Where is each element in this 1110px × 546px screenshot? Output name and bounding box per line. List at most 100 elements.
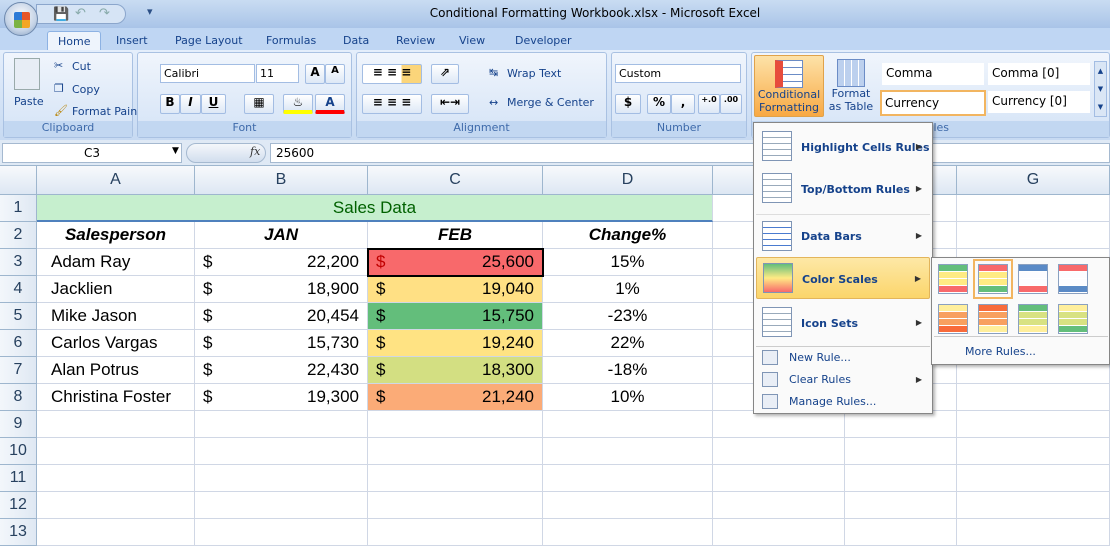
- paste-button[interactable]: Paste: [14, 95, 44, 108]
- salesperson-cell[interactable]: Jacklien: [37, 276, 195, 303]
- cell[interactable]: [845, 411, 957, 438]
- office-button[interactable]: [4, 2, 38, 36]
- underline-button[interactable]: U: [201, 94, 226, 114]
- cell[interactable]: [368, 411, 543, 438]
- salesperson-cell[interactable]: Carlos Vargas: [37, 330, 195, 357]
- undo-icon[interactable]: ↶: [75, 6, 86, 21]
- feb-cell[interactable]: $15,750: [368, 303, 543, 330]
- more-rules-link[interactable]: More Rules...: [965, 345, 1036, 358]
- row-header[interactable]: 1: [0, 195, 37, 222]
- cell[interactable]: [845, 492, 957, 519]
- italic-button[interactable]: I: [180, 94, 201, 114]
- style-currency[interactable]: Currency: [880, 90, 986, 116]
- salesperson-cell[interactable]: Adam Ray: [37, 249, 195, 276]
- row-header[interactable]: 9: [0, 411, 37, 438]
- bold-button[interactable]: B: [160, 94, 180, 114]
- header-cell[interactable]: Change%: [543, 222, 713, 249]
- tab-data[interactable]: Data: [333, 31, 379, 50]
- font-size-select[interactable]: 11: [256, 64, 299, 83]
- save-icon[interactable]: 💾: [53, 7, 69, 22]
- styles-scrollbar[interactable]: ▲ ▼ ▼: [1094, 61, 1107, 117]
- salesperson-cell[interactable]: Mike Jason: [37, 303, 195, 330]
- copy-button[interactable]: Copy: [72, 83, 100, 96]
- jan-cell[interactable]: $15,730: [195, 330, 368, 357]
- jan-cell[interactable]: $22,430: [195, 357, 368, 384]
- color-scale-option[interactable]: [1018, 304, 1048, 334]
- cell[interactable]: [195, 438, 368, 465]
- increase-decimal-button[interactable]: +.0: [698, 94, 720, 114]
- jan-cell[interactable]: $22,200: [195, 249, 368, 276]
- menu-icon-sets[interactable]: Icon Sets ▶: [756, 302, 930, 344]
- cell[interactable]: [957, 222, 1110, 249]
- merge-center-button[interactable]: Merge & Center: [507, 96, 594, 109]
- row-header[interactable]: 2: [0, 222, 37, 249]
- jan-cell[interactable]: $19,300: [195, 384, 368, 411]
- customize-qat-icon[interactable]: ▾: [147, 5, 153, 18]
- menu-manage-rules[interactable]: Manage Rules...: [756, 391, 930, 413]
- currency-button[interactable]: $: [615, 94, 641, 114]
- comma-style-button[interactable]: ,: [671, 94, 695, 114]
- column-header[interactable]: D: [543, 166, 713, 195]
- name-box-dropdown-icon[interactable]: ▼: [172, 146, 179, 156]
- jan-cell[interactable]: $18,900: [195, 276, 368, 303]
- column-header[interactable]: B: [195, 166, 368, 195]
- select-all-button[interactable]: [0, 166, 37, 195]
- row-header[interactable]: 10: [0, 438, 37, 465]
- menu-highlight-cells-rules[interactable]: Highlight Cells Rules ▶: [756, 127, 930, 167]
- feb-cell[interactable]: $19,240: [368, 330, 543, 357]
- change-cell[interactable]: 10%: [543, 384, 713, 411]
- style-comma[interactable]: Comma: [882, 63, 984, 85]
- change-cell[interactable]: -23%: [543, 303, 713, 330]
- tab-review[interactable]: Review: [386, 31, 445, 50]
- cell[interactable]: [845, 465, 957, 492]
- borders-button[interactable]: ▦: [244, 94, 274, 114]
- cell[interactable]: [957, 195, 1110, 222]
- cell[interactable]: [543, 438, 713, 465]
- conditional-formatting-button[interactable]: Conditional Formatting: [754, 55, 824, 117]
- row-header[interactable]: 8: [0, 384, 37, 411]
- change-cell[interactable]: -18%: [543, 357, 713, 384]
- cell[interactable]: [368, 438, 543, 465]
- cell[interactable]: [957, 411, 1110, 438]
- formula-input[interactable]: 25600: [270, 143, 1110, 163]
- cell[interactable]: [543, 465, 713, 492]
- cell[interactable]: [957, 492, 1110, 519]
- color-scale-option[interactable]: [1058, 264, 1088, 294]
- row-header[interactable]: 6: [0, 330, 37, 357]
- cell[interactable]: [195, 411, 368, 438]
- cell[interactable]: [368, 492, 543, 519]
- tab-page-layout[interactable]: Page Layout: [165, 31, 253, 50]
- menu-color-scales[interactable]: Color Scales ▶: [756, 257, 930, 299]
- salesperson-cell[interactable]: Christina Foster: [37, 384, 195, 411]
- color-scale-option[interactable]: [1018, 264, 1048, 294]
- number-format-select[interactable]: Custom: [615, 64, 741, 83]
- cell[interactable]: [845, 438, 957, 465]
- redo-icon[interactable]: ↷: [99, 6, 110, 21]
- row-header[interactable]: 4: [0, 276, 37, 303]
- cell[interactable]: [713, 438, 845, 465]
- cell[interactable]: [543, 492, 713, 519]
- cell[interactable]: [957, 384, 1110, 411]
- row-header[interactable]: 12: [0, 492, 37, 519]
- wrap-text-button[interactable]: Wrap Text: [507, 67, 561, 80]
- vertical-align-buttons[interactable]: ≡ ≡ ≡: [362, 64, 422, 84]
- change-cell[interactable]: 22%: [543, 330, 713, 357]
- insert-function-icon[interactable]: fx: [250, 145, 260, 158]
- cell[interactable]: [957, 438, 1110, 465]
- cell[interactable]: [37, 411, 195, 438]
- column-header[interactable]: A: [37, 166, 195, 195]
- cell[interactable]: [37, 492, 195, 519]
- cell[interactable]: [195, 492, 368, 519]
- header-cell[interactable]: FEB: [368, 222, 543, 249]
- orientation-button[interactable]: ⇗: [431, 64, 459, 84]
- cell[interactable]: [543, 411, 713, 438]
- color-scale-option[interactable]: [978, 304, 1008, 334]
- column-header[interactable]: C: [368, 166, 543, 195]
- change-cell[interactable]: 1%: [543, 276, 713, 303]
- menu-new-rule[interactable]: New Rule...: [756, 347, 930, 369]
- menu-clear-rules[interactable]: Clear Rules ▶: [756, 369, 930, 391]
- color-scale-option[interactable]: [973, 259, 1013, 299]
- name-box[interactable]: C3: [2, 143, 182, 163]
- cell[interactable]: [368, 465, 543, 492]
- tab-insert[interactable]: Insert: [106, 31, 158, 50]
